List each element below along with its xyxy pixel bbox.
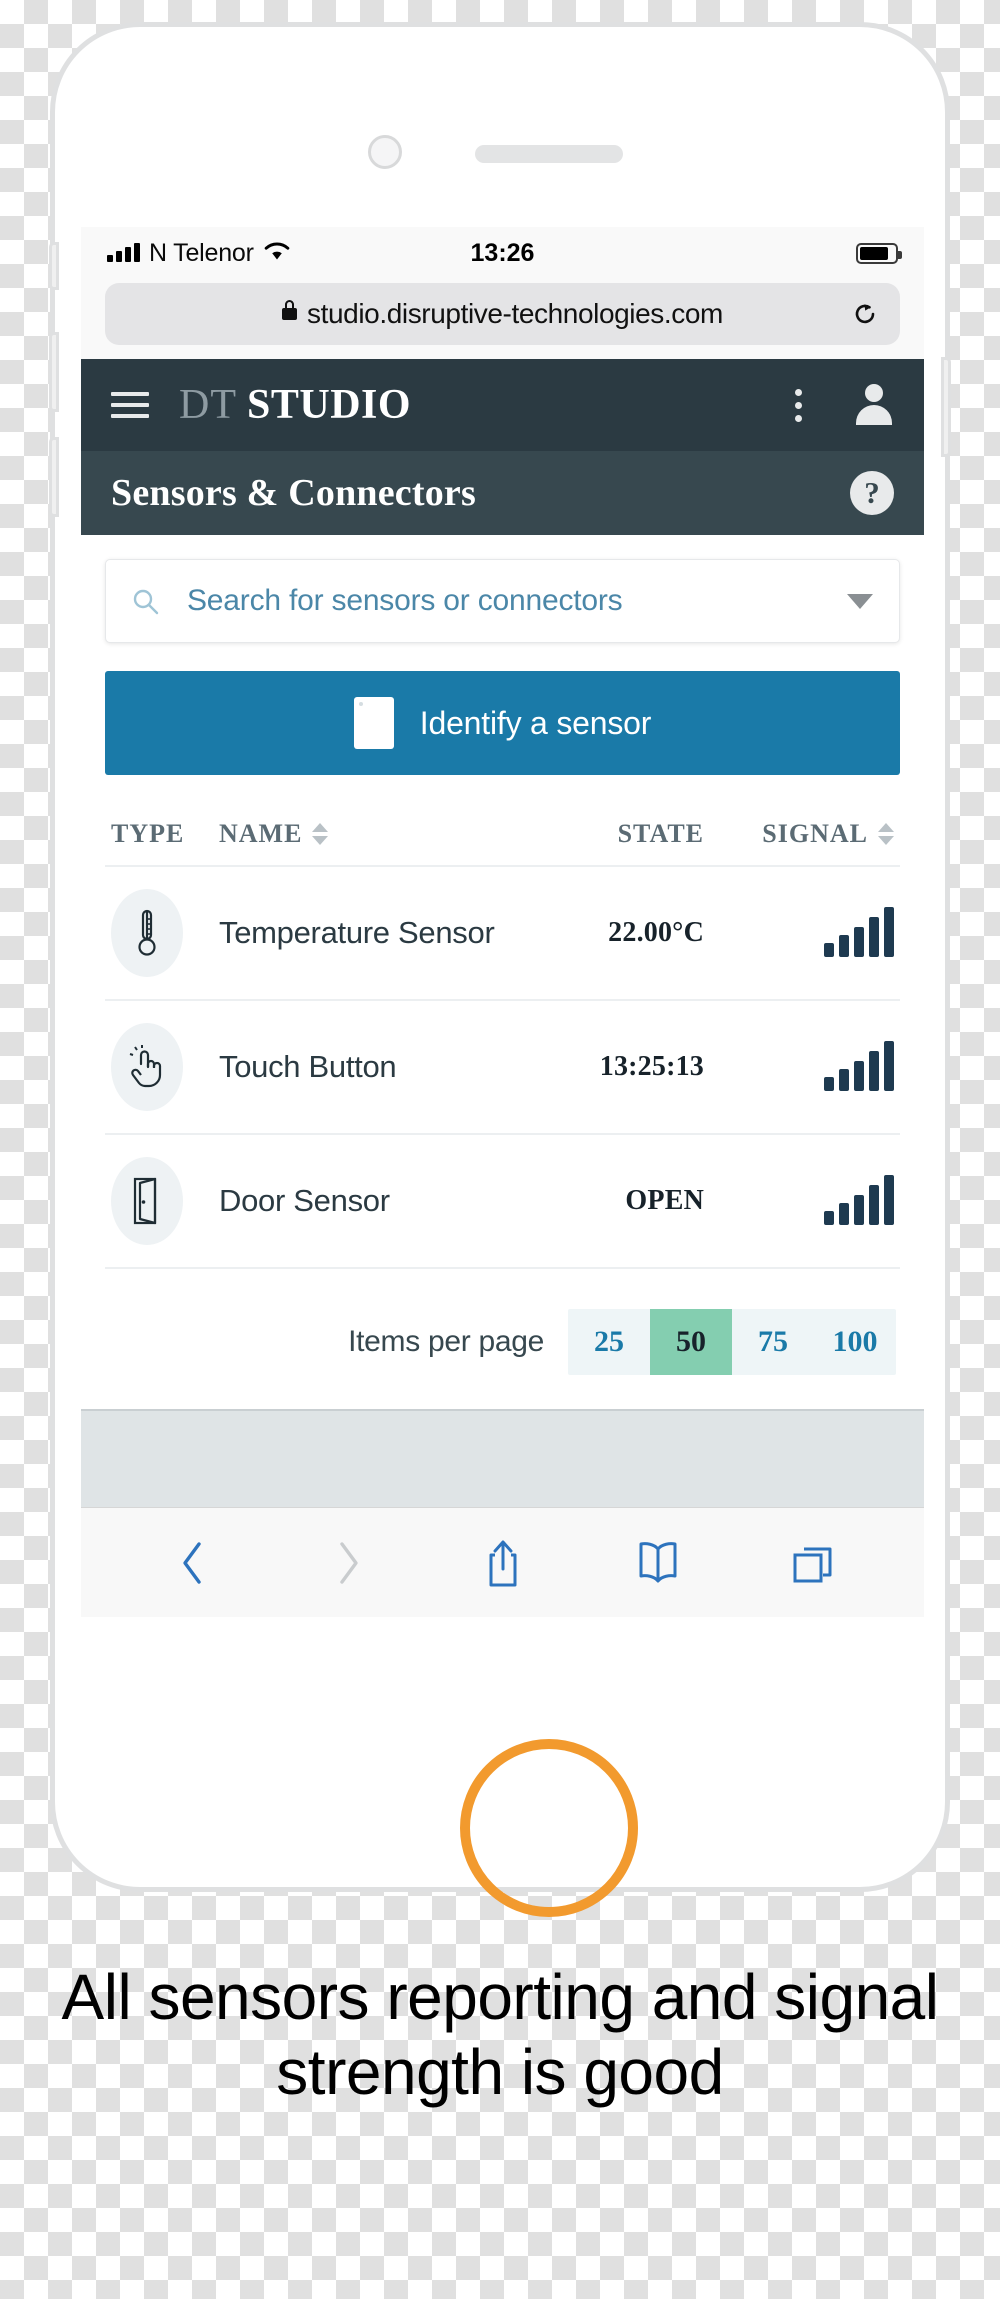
items-per-page-100[interactable]: 100 [814,1309,896,1375]
table-header-row: TYPE NAME STATE SIGNAL [105,819,900,867]
column-header-state: STATE [617,819,704,848]
home-button[interactable] [460,1739,638,1917]
touch-button-icon [111,1023,183,1111]
table-row[interactable]: Temperature Sensor 22.00°C [105,867,900,1001]
column-header-name[interactable]: NAME [219,819,504,849]
table-row[interactable]: Touch Button 13:25:13 [105,1001,900,1135]
search-icon [132,588,159,615]
items-per-page-label: Items per page [348,1325,544,1358]
caption-text: All sensors reporting and signal strengt… [61,1961,939,2108]
front-camera-icon [368,135,402,169]
row-state-cell: 22.00°C [608,917,704,948]
status-bar-right [856,242,902,264]
battery-icon [856,242,902,264]
sensor-chip-icon [353,697,394,749]
page-scroll-area [81,1409,924,1507]
app-header-actions [795,384,894,426]
power-button[interactable] [941,357,951,457]
phone-device-frame: N Telenor 13:26 studio.disruptive-techno… [49,22,951,1917]
identify-sensor-label: Identify a sensor [419,704,652,741]
items-per-page-options: 25 50 75 100 [568,1309,896,1375]
bookmarks-icon[interactable] [632,1537,684,1589]
volume-down-button[interactable] [49,437,59,517]
status-bar: N Telenor 13:26 [81,227,924,279]
earpiece-speaker [475,145,623,163]
brand-name: STUDIO [247,382,412,428]
thermometer-icon [111,889,183,977]
items-per-page-50[interactable]: 50 [650,1309,732,1375]
volume-up-button[interactable] [49,332,59,412]
chevron-down-icon[interactable] [847,593,873,609]
sensors-table: TYPE NAME STATE SIGNAL Temperature Senso… [105,819,900,1269]
row-state-cell: 13:25:13 [599,1051,704,1082]
items-per-page-75[interactable]: 75 [732,1309,814,1375]
lock-icon [282,300,298,320]
app-content: Search for sensors or connectors Identif… [81,559,924,1409]
url-text: studio.disruptive-technologies.com [307,298,723,329]
kebab-menu-icon[interactable] [795,388,802,422]
tabs-icon[interactable] [787,1537,839,1589]
row-type-cell [111,889,219,977]
row-type-cell [111,1023,219,1111]
sort-icon-signal[interactable] [878,823,894,845]
row-state-cell: OPEN [625,1185,704,1216]
app-brand: DT STUDIO [179,381,411,429]
row-name-cell: Touch Button [219,1049,397,1085]
row-name-cell: Temperature Sensor [219,915,495,951]
items-per-page-25[interactable]: 25 [568,1309,650,1375]
back-icon[interactable] [167,1537,219,1589]
identify-sensor-button[interactable]: Identify a sensor [105,671,900,775]
row-type-cell [111,1157,219,1245]
browser-toolbar [81,1507,924,1617]
status-bar-clock: 13:26 [470,238,535,267]
hamburger-menu-icon[interactable] [111,392,149,418]
mute-switch[interactable] [49,242,59,290]
account-avatar-icon[interactable] [854,384,894,426]
app-header: DT STUDIO [81,359,924,451]
share-icon[interactable] [477,1537,529,1589]
forward-icon [322,1537,374,1589]
search-placeholder: Search for sensors or connectors [187,584,623,617]
browser-address-area: studio.disruptive-technologies.com [81,279,924,359]
sort-icon-name[interactable] [312,823,329,845]
row-name-cell: Door Sensor [219,1183,390,1219]
help-icon[interactable]: ? [850,471,894,515]
row-signal-icon [704,1041,894,1091]
column-header-signal[interactable]: SIGNAL [704,819,894,849]
column-header-signal-label: SIGNAL [762,819,868,848]
column-header-type: TYPE [111,819,185,848]
brand-prefix: DT [179,382,237,428]
table-row[interactable]: Door Sensor OPEN [105,1135,900,1269]
column-header-name-label: NAME [219,819,303,848]
reload-icon[interactable] [852,301,878,327]
page-title: Sensors & Connectors [111,472,476,514]
search-input[interactable]: Search for sensors or connectors [105,559,900,643]
row-signal-icon [704,907,894,957]
address-bar[interactable]: studio.disruptive-technologies.com [105,283,900,345]
pagination: Items per page 25 50 75 100 [105,1269,900,1409]
phone-screen: N Telenor 13:26 studio.disruptive-techno… [81,227,924,1697]
page-title-bar: Sensors & Connectors ? [81,451,924,535]
door-icon [111,1157,183,1245]
row-signal-icon [704,1175,894,1225]
